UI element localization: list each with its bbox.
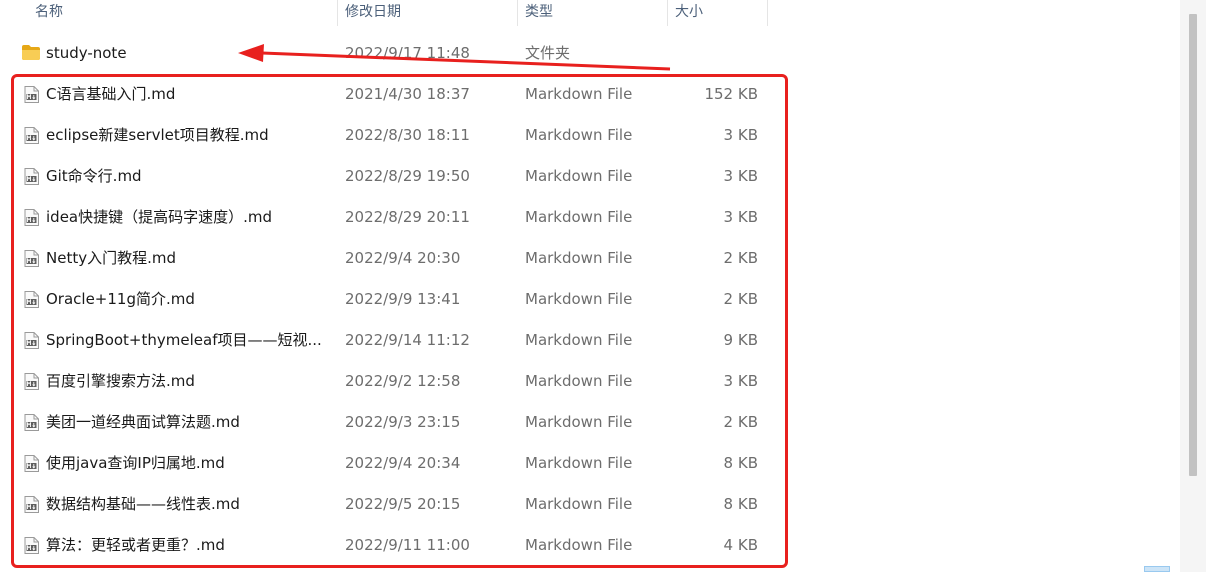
scrollbar-corner [1144, 566, 1170, 572]
vertical-scrollbar[interactable] [1180, 0, 1206, 572]
scrollbar-thumb[interactable] [1189, 14, 1197, 476]
annotation-arrow [238, 44, 671, 71]
